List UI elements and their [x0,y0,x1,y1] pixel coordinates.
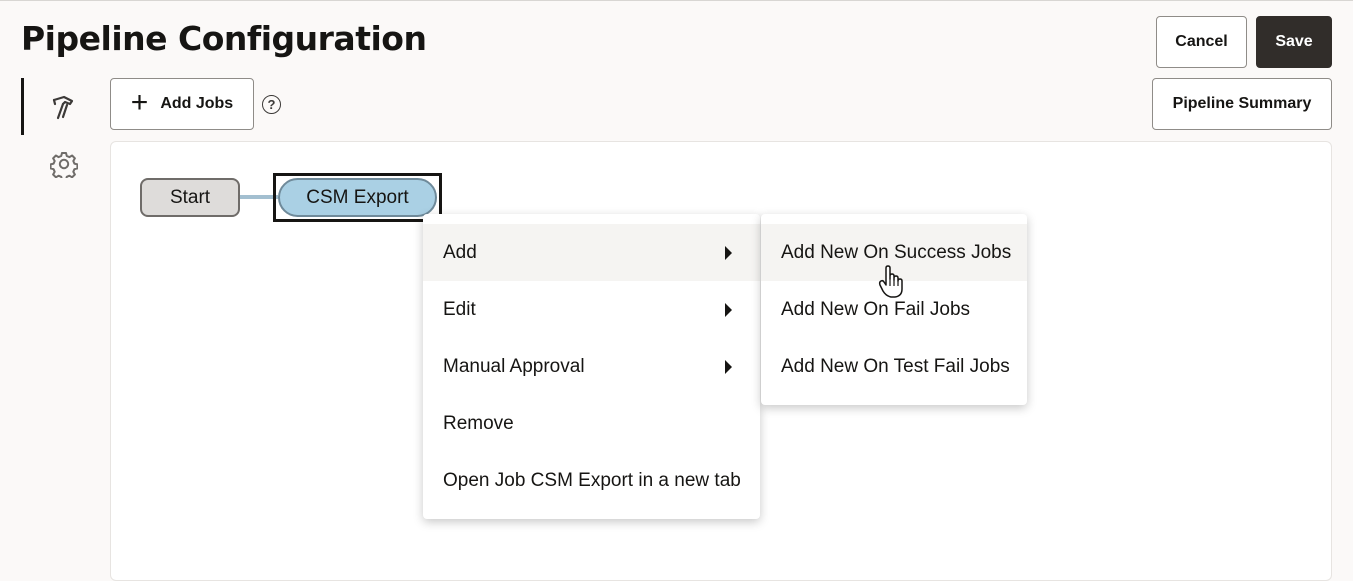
add-submenu: Add New On Success Jobs Add New On Fail … [761,214,1027,405]
submenu-arrow-icon [725,359,732,374]
help-icon[interactable]: ? [262,95,281,114]
add-jobs-button[interactable]: + Add Jobs [110,78,254,130]
page-title: Pipeline Configuration [21,19,427,58]
add-jobs-label: Add Jobs [160,95,234,112]
menu-item-label: Add [443,241,477,263]
menu-item-manual-approval[interactable]: Manual Approval [423,338,760,395]
menu-item-edit[interactable]: Edit [423,281,760,338]
submenu-item-on-test-fail[interactable]: Add New On Test Fail Jobs [761,338,1027,395]
submenu-arrow-icon [725,302,732,317]
start-node[interactable]: Start [140,178,240,217]
job-node-csm-export[interactable]: CSM Export [278,178,437,217]
hand-cursor-icon [878,265,904,304]
submenu-arrow-icon [725,245,732,260]
menu-item-label: Manual Approval [443,355,585,377]
sidebar-active-indicator [21,78,24,135]
menu-item-label: Remove [443,412,514,434]
gear-icon[interactable] [49,150,79,183]
cancel-button[interactable]: Cancel [1156,16,1247,68]
menu-item-label: Open Job CSM Export in a new tab [443,469,741,491]
hammer-icon[interactable] [50,93,78,126]
menu-item-remove[interactable]: Remove [423,395,760,452]
menu-item-open-in-new-tab[interactable]: Open Job CSM Export in a new tab [423,452,760,509]
context-menu: Add Edit Manual Approval Remove Open Job… [423,214,760,519]
pipeline-summary-button[interactable]: Pipeline Summary [1152,78,1332,130]
save-button[interactable]: Save [1256,16,1332,68]
menu-item-label: Edit [443,298,476,320]
menu-item-add[interactable]: Add [423,224,760,281]
plus-icon: + [130,85,149,119]
